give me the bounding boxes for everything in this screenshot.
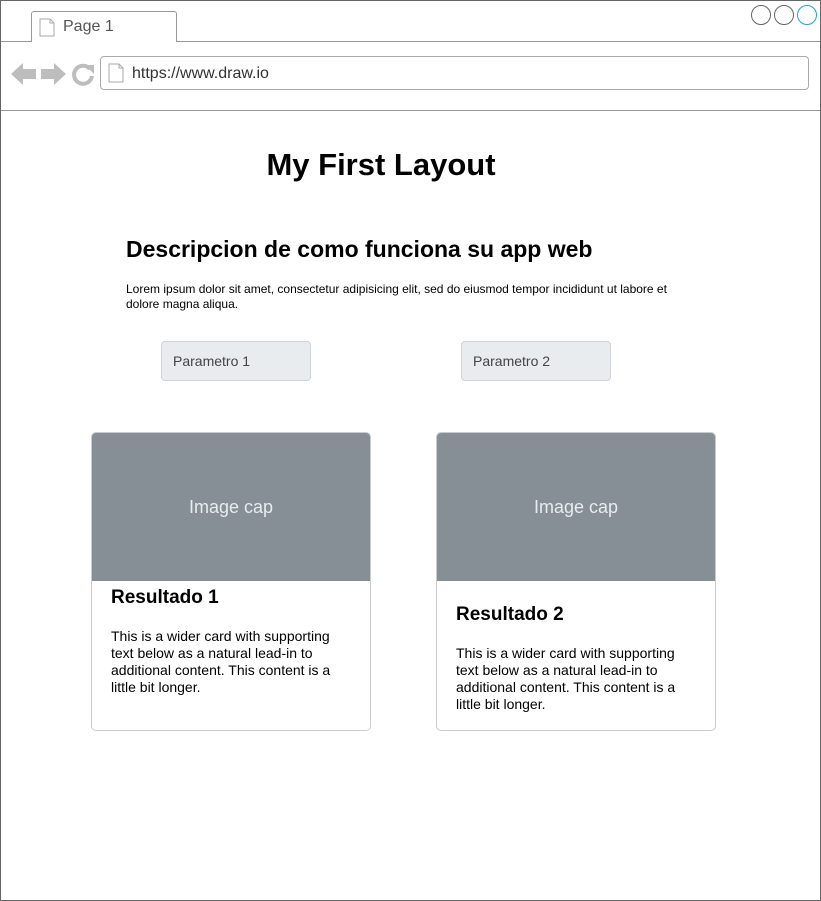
card-title: Resultado 1	[111, 587, 219, 608]
navigation-bar: https://www.draw.io	[1, 42, 820, 111]
parametro-1-input[interactable]: Parametro 1	[161, 341, 311, 381]
tab-bar: Page 1	[1, 1, 820, 42]
page-icon	[108, 63, 124, 88]
card-title: Resultado 2	[456, 604, 564, 625]
reload-icon[interactable]	[71, 62, 95, 91]
result-card-2: Image cap Resultado 2 This is a wider ca…	[436, 432, 716, 731]
minimize-button[interactable]	[751, 5, 771, 25]
image-cap: Image cap	[92, 433, 370, 581]
forward-arrow-icon[interactable]	[40, 63, 66, 90]
back-arrow-icon[interactable]	[11, 63, 37, 90]
page-subtitle: Descripcion de como funciona su app web	[126, 236, 593, 262]
browser-window: Page 1 https://www.draw.io My First Layo…	[0, 0, 821, 901]
card-text: This is a wider card with supporting tex…	[456, 645, 676, 712]
close-button[interactable]	[797, 5, 817, 25]
page-title: My First Layout	[266, 147, 496, 182]
image-cap: Image cap	[437, 433, 715, 581]
document-icon	[39, 18, 55, 42]
description-text: Lorem ipsum dolor sit amet, consectetur …	[126, 282, 667, 311]
tab-label: Page 1	[63, 18, 114, 35]
maximize-button[interactable]	[774, 5, 794, 25]
card-text: This is a wider card with supporting tex…	[111, 628, 331, 695]
result-card-1: Image cap Resultado 1 This is a wider ca…	[91, 432, 371, 731]
url-text: https://www.draw.io	[132, 65, 269, 82]
tab-page-1[interactable]: Page 1	[31, 11, 177, 42]
url-bar[interactable]: https://www.draw.io	[100, 56, 809, 90]
parametro-2-input[interactable]: Parametro 2	[461, 341, 611, 381]
window-controls	[751, 5, 817, 25]
